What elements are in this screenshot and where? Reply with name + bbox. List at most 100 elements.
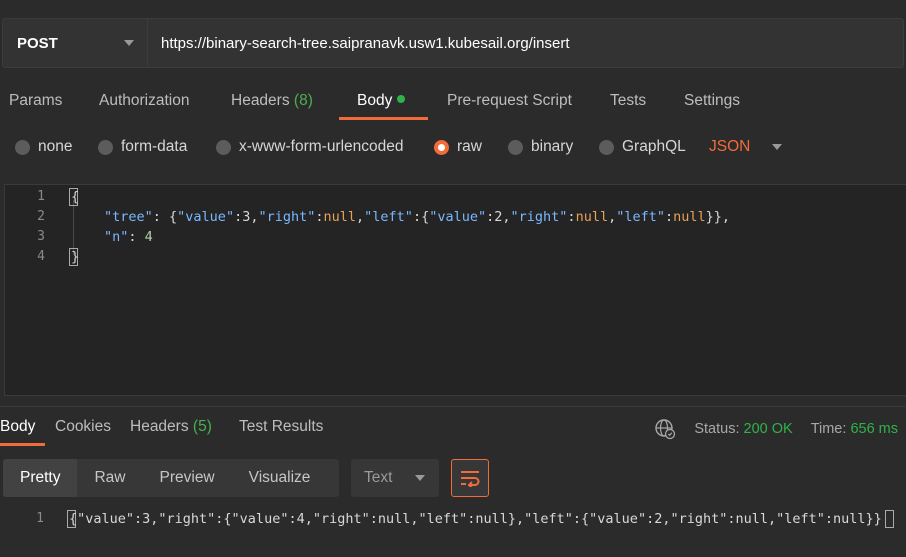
radio-circle-selected — [434, 139, 449, 155]
tab-params[interactable]: Params — [9, 92, 62, 110]
radio-raw[interactable]: raw — [434, 138, 482, 156]
code-token: , — [356, 209, 365, 225]
radio-circle — [508, 139, 523, 155]
resp-tab-body[interactable]: Body — [0, 418, 35, 436]
code-token: :3, — [234, 209, 259, 225]
tab-body[interactable]: Body — [357, 92, 406, 110]
response-code-line: {"value":3,"right":{"value":4,"right":nu… — [69, 511, 882, 527]
tab-settings[interactable]: Settings — [684, 92, 740, 110]
code-line: "tree": {"value":3,"right":null,"left":{… — [104, 209, 730, 229]
tab-headers[interactable]: Headers (8) — [231, 92, 313, 110]
status-label: Status: — [694, 421, 740, 437]
format-select-label: JSON — [709, 138, 751, 155]
code-token: "value" — [177, 209, 235, 225]
method-select[interactable]: POST — [3, 19, 148, 67]
active-tab-underline — [0, 443, 45, 446]
code-token: :{ — [412, 209, 430, 225]
request-tabs: Params Authorization Headers (8) Body Pr… — [0, 86, 906, 122]
code-token: "tree" — [104, 209, 153, 225]
chevron-down-icon — [124, 40, 134, 46]
code-token: : — [128, 229, 145, 245]
view-raw-button[interactable]: Raw — [77, 459, 142, 497]
response-tabs: Body Cookies Headers (5) Test Results St… — [0, 412, 906, 448]
code-line: } — [71, 249, 79, 269]
code-token: "n" — [104, 229, 129, 245]
tab-tests[interactable]: Tests — [610, 92, 646, 110]
bracket-match-highlight — [885, 510, 894, 528]
body-type-selector: none form-data x-www-form-urlencoded raw… — [0, 134, 906, 162]
resp-tab-cookies[interactable]: Cookies — [55, 418, 111, 436]
method-label: POST — [17, 34, 58, 52]
resp-tab-headers-label: Headers — [130, 418, 189, 435]
tab-headers-label: Headers — [231, 92, 290, 109]
url-bar: POST https://binary-search-tree.saiprana… — [2, 18, 904, 68]
response-view-modes: Pretty Raw Preview Visualize — [3, 459, 339, 497]
radio-graphql[interactable]: GraphQL — [599, 138, 686, 156]
radio-graphql-label: GraphQL — [622, 138, 686, 155]
code-token: : — [567, 209, 576, 225]
code-token: "value" — [429, 209, 487, 225]
code-token: }}, — [705, 209, 731, 225]
view-visualize-button[interactable]: Visualize — [232, 459, 328, 497]
pane-divider[interactable] — [0, 406, 906, 407]
response-format-select[interactable]: Text — [351, 459, 439, 497]
line-number: 4 — [37, 249, 45, 264]
line-number: 1 — [36, 511, 44, 526]
line-number: 1 — [37, 189, 45, 204]
headers-count: (8) — [293, 92, 313, 109]
radio-binary-label: binary — [531, 138, 574, 155]
code-token: 4 — [144, 229, 153, 245]
radio-form-data-label: form-data — [121, 138, 188, 155]
code-token: } — [71, 249, 80, 265]
code-token: :2, — [486, 209, 511, 225]
code-token: : — [665, 209, 674, 225]
tab-body-label: Body — [357, 92, 393, 109]
radio-circle — [98, 139, 113, 155]
radio-none-label: none — [38, 138, 73, 155]
tab-authorization[interactable]: Authorization — [99, 92, 189, 110]
radio-circle — [216, 139, 231, 155]
response-format-label: Text — [364, 469, 393, 486]
body-indicator-dot — [397, 95, 406, 103]
line-number: 3 — [37, 229, 45, 244]
code-token: { — [71, 189, 80, 205]
radio-circle — [599, 139, 614, 155]
view-preview-button[interactable]: Preview — [143, 459, 232, 497]
globe-icon[interactable] — [654, 418, 676, 440]
radio-form-data[interactable]: form-data — [98, 138, 187, 156]
response-status: Status: 200 OK Time: 656 ms — [654, 418, 898, 440]
radio-urlencoded-label: x-www-form-urlencoded — [239, 138, 404, 155]
code-token: "right" — [258, 209, 316, 225]
code-token: null — [323, 209, 357, 225]
chevron-down-icon — [772, 144, 783, 150]
chevron-down-icon — [415, 475, 425, 481]
resp-tab-headers[interactable]: Headers (5) — [130, 418, 212, 436]
resp-tab-test-results[interactable]: Test Results — [239, 418, 323, 436]
time-value: 656 ms — [850, 421, 898, 437]
time-label: Time: — [810, 421, 847, 437]
radio-binary[interactable]: binary — [508, 138, 573, 156]
code-token: "left" — [364, 209, 413, 225]
status-value: 200 OK — [743, 421, 793, 437]
code-token: : — [315, 209, 324, 225]
view-pretty-button[interactable]: Pretty — [3, 459, 78, 497]
code-token: "right" — [510, 209, 568, 225]
code-token: "left" — [616, 209, 665, 225]
code-token: , — [608, 209, 617, 225]
url-input[interactable]: https://binary-search-tree.saipranavk.us… — [148, 19, 570, 67]
active-tab-underline — [339, 117, 428, 120]
format-select[interactable]: JSON — [709, 138, 783, 156]
resp-headers-count: (5) — [192, 418, 212, 435]
code-token: null — [673, 209, 706, 225]
code-line: "n": 4 — [104, 229, 153, 249]
radio-urlencoded[interactable]: x-www-form-urlencoded — [216, 138, 404, 156]
radio-none[interactable]: none — [15, 138, 72, 156]
request-body-editor[interactable]: 1 2 3 4 { "tree": {"value":3,"right":nul… — [4, 184, 906, 396]
code-token: : { — [152, 209, 178, 225]
code-line: { — [71, 189, 79, 209]
wrap-lines-button[interactable] — [451, 459, 489, 497]
response-body[interactable]: 1 {"value":3,"right":{"value":4,"right":… — [0, 508, 906, 530]
radio-raw-label: raw — [457, 138, 482, 155]
tab-prerequest-script[interactable]: Pre-request Script — [447, 92, 572, 110]
line-number: 2 — [37, 209, 45, 224]
